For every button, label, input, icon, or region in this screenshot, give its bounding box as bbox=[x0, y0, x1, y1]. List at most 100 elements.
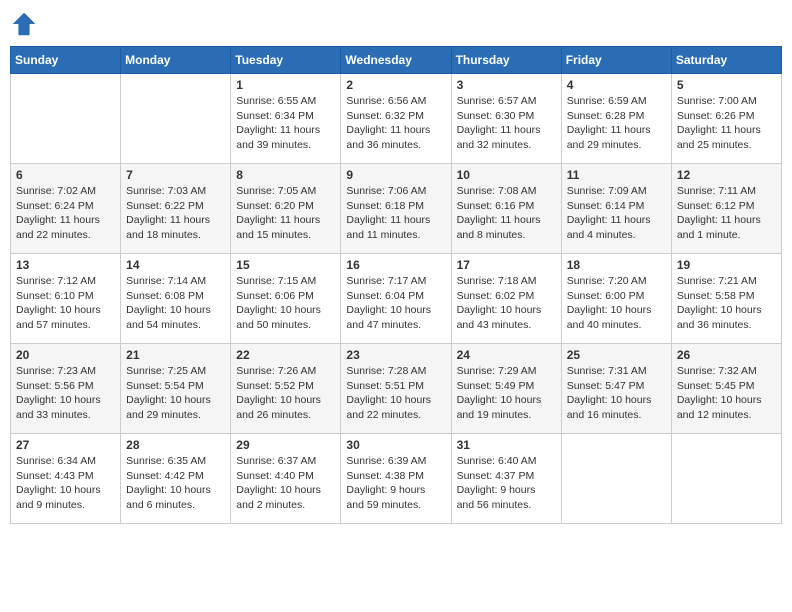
day-info: Sunrise: 7:28 AM Sunset: 5:51 PM Dayligh… bbox=[346, 364, 445, 423]
calendar-cell bbox=[561, 434, 671, 524]
column-header-monday: Monday bbox=[121, 47, 231, 74]
day-info: Sunrise: 7:05 AM Sunset: 6:20 PM Dayligh… bbox=[236, 184, 335, 243]
day-number: 26 bbox=[677, 348, 776, 362]
day-info: Sunrise: 6:57 AM Sunset: 6:30 PM Dayligh… bbox=[457, 94, 556, 153]
day-number: 5 bbox=[677, 78, 776, 92]
calendar-week-row: 6 Sunrise: 7:02 AM Sunset: 6:24 PM Daylig… bbox=[11, 164, 782, 254]
calendar-week-row: 20 Sunrise: 7:23 AM Sunset: 5:56 PM Dayli… bbox=[11, 344, 782, 434]
day-info: Sunrise: 7:20 AM Sunset: 6:00 PM Dayligh… bbox=[567, 274, 666, 333]
day-number: 29 bbox=[236, 438, 335, 452]
calendar-cell: 21 Sunrise: 7:25 AM Sunset: 5:54 PM Dayli… bbox=[121, 344, 231, 434]
day-number: 22 bbox=[236, 348, 335, 362]
day-number: 17 bbox=[457, 258, 556, 272]
day-number: 14 bbox=[126, 258, 225, 272]
day-info: Sunrise: 7:32 AM Sunset: 5:45 PM Dayligh… bbox=[677, 364, 776, 423]
calendar-cell: 18 Sunrise: 7:20 AM Sunset: 6:00 PM Dayli… bbox=[561, 254, 671, 344]
calendar-cell: 8 Sunrise: 7:05 AM Sunset: 6:20 PM Daylig… bbox=[231, 164, 341, 254]
day-number: 7 bbox=[126, 168, 225, 182]
calendar-cell bbox=[11, 74, 121, 164]
day-number: 10 bbox=[457, 168, 556, 182]
day-number: 12 bbox=[677, 168, 776, 182]
calendar-cell: 3 Sunrise: 6:57 AM Sunset: 6:30 PM Daylig… bbox=[451, 74, 561, 164]
calendar-cell: 6 Sunrise: 7:02 AM Sunset: 6:24 PM Daylig… bbox=[11, 164, 121, 254]
day-number: 24 bbox=[457, 348, 556, 362]
day-info: Sunrise: 6:59 AM Sunset: 6:28 PM Dayligh… bbox=[567, 94, 666, 153]
day-number: 1 bbox=[236, 78, 335, 92]
calendar-table: SundayMondayTuesdayWednesdayThursdayFrid… bbox=[10, 46, 782, 524]
day-number: 27 bbox=[16, 438, 115, 452]
day-number: 21 bbox=[126, 348, 225, 362]
day-info: Sunrise: 7:08 AM Sunset: 6:16 PM Dayligh… bbox=[457, 184, 556, 243]
calendar-cell: 23Sunrise: 7:28 AM Sunset: 5:51 PM Dayli… bbox=[341, 344, 451, 434]
calendar-cell: 22 Sunrise: 7:26 AM Sunset: 5:52 PM Dayli… bbox=[231, 344, 341, 434]
calendar-cell: 1 Sunrise: 6:55 AM Sunset: 6:34 PM Daylig… bbox=[231, 74, 341, 164]
column-header-tuesday: Tuesday bbox=[231, 47, 341, 74]
day-info: Sunrise: 7:09 AM Sunset: 6:14 PM Dayligh… bbox=[567, 184, 666, 243]
day-number: 25 bbox=[567, 348, 666, 362]
day-info: Sunrise: 7:14 AM Sunset: 6:08 PM Dayligh… bbox=[126, 274, 225, 333]
calendar-cell: 13Sunrise: 7:12 AM Sunset: 6:10 PM Dayli… bbox=[11, 254, 121, 344]
day-info: Sunrise: 7:15 AM Sunset: 6:06 PM Dayligh… bbox=[236, 274, 335, 333]
calendar-cell: 7 Sunrise: 7:03 AM Sunset: 6:22 PM Daylig… bbox=[121, 164, 231, 254]
calendar-cell: 19Sunrise: 7:21 AM Sunset: 5:58 PM Dayli… bbox=[671, 254, 781, 344]
day-number: 11 bbox=[567, 168, 666, 182]
day-info: Sunrise: 7:26 AM Sunset: 5:52 PM Dayligh… bbox=[236, 364, 335, 423]
day-info: Sunrise: 7:21 AM Sunset: 5:58 PM Dayligh… bbox=[677, 274, 776, 333]
day-number: 18 bbox=[567, 258, 666, 272]
calendar-cell: 29 Sunrise: 6:37 AM Sunset: 4:40 PM Dayli… bbox=[231, 434, 341, 524]
calendar-cell: 24 Sunrise: 7:29 AM Sunset: 5:49 PM Dayli… bbox=[451, 344, 561, 434]
calendar-cell: 28 Sunrise: 6:35 AM Sunset: 4:42 PM Dayli… bbox=[121, 434, 231, 524]
day-info: Sunrise: 7:06 AM Sunset: 6:18 PM Dayligh… bbox=[346, 184, 445, 243]
logo bbox=[10, 10, 40, 38]
day-info: Sunrise: 7:18 AM Sunset: 6:02 PM Dayligh… bbox=[457, 274, 556, 333]
day-info: Sunrise: 6:35 AM Sunset: 4:42 PM Dayligh… bbox=[126, 454, 225, 513]
day-info: Sunrise: 7:31 AM Sunset: 5:47 PM Dayligh… bbox=[567, 364, 666, 423]
day-number: 6 bbox=[16, 168, 115, 182]
column-header-thursday: Thursday bbox=[451, 47, 561, 74]
calendar-cell: 17 Sunrise: 7:18 AM Sunset: 6:02 PM Dayli… bbox=[451, 254, 561, 344]
day-number: 8 bbox=[236, 168, 335, 182]
calendar-cell: 11 Sunrise: 7:09 AM Sunset: 6:14 PM Dayli… bbox=[561, 164, 671, 254]
day-info: Sunrise: 6:55 AM Sunset: 6:34 PM Dayligh… bbox=[236, 94, 335, 153]
day-number: 3 bbox=[457, 78, 556, 92]
day-info: Sunrise: 7:02 AM Sunset: 6:24 PM Dayligh… bbox=[16, 184, 115, 243]
day-info: Sunrise: 7:25 AM Sunset: 5:54 PM Dayligh… bbox=[126, 364, 225, 423]
column-header-wednesday: Wednesday bbox=[341, 47, 451, 74]
day-info: Sunrise: 6:39 AM Sunset: 4:38 PM Dayligh… bbox=[346, 454, 445, 513]
calendar-week-row: 27 Sunrise: 6:34 AM Sunset: 4:43 PM Dayli… bbox=[11, 434, 782, 524]
day-info: Sunrise: 7:23 AM Sunset: 5:56 PM Dayligh… bbox=[16, 364, 115, 423]
day-info: Sunrise: 7:29 AM Sunset: 5:49 PM Dayligh… bbox=[457, 364, 556, 423]
calendar-week-row: 1 Sunrise: 6:55 AM Sunset: 6:34 PM Daylig… bbox=[11, 74, 782, 164]
calendar-cell: 31Sunrise: 6:40 AM Sunset: 4:37 PM Dayli… bbox=[451, 434, 561, 524]
calendar-cell: 2Sunrise: 6:56 AM Sunset: 6:32 PM Daylig… bbox=[341, 74, 451, 164]
day-number: 31 bbox=[457, 438, 556, 452]
column-header-saturday: Saturday bbox=[671, 47, 781, 74]
day-number: 20 bbox=[16, 348, 115, 362]
calendar-cell: 14 Sunrise: 7:14 AM Sunset: 6:08 PM Dayli… bbox=[121, 254, 231, 344]
calendar-week-row: 13Sunrise: 7:12 AM Sunset: 6:10 PM Dayli… bbox=[11, 254, 782, 344]
calendar-cell: 5 Sunrise: 7:00 AM Sunset: 6:26 PM Daylig… bbox=[671, 74, 781, 164]
calendar-cell: 16 Sunrise: 7:17 AM Sunset: 6:04 PM Dayli… bbox=[341, 254, 451, 344]
day-number: 2 bbox=[346, 78, 445, 92]
day-number: 13 bbox=[16, 258, 115, 272]
calendar-cell: 20 Sunrise: 7:23 AM Sunset: 5:56 PM Dayli… bbox=[11, 344, 121, 434]
calendar-cell bbox=[671, 434, 781, 524]
day-info: Sunrise: 7:03 AM Sunset: 6:22 PM Dayligh… bbox=[126, 184, 225, 243]
logo-icon bbox=[10, 10, 38, 38]
column-header-sunday: Sunday bbox=[11, 47, 121, 74]
calendar-cell: 9Sunrise: 7:06 AM Sunset: 6:18 PM Daylig… bbox=[341, 164, 451, 254]
day-number: 28 bbox=[126, 438, 225, 452]
page-header bbox=[10, 10, 782, 38]
calendar-cell: 27 Sunrise: 6:34 AM Sunset: 4:43 PM Dayli… bbox=[11, 434, 121, 524]
calendar-cell: 30Sunrise: 6:39 AM Sunset: 4:38 PM Dayli… bbox=[341, 434, 451, 524]
day-number: 16 bbox=[346, 258, 445, 272]
calendar-header-row: SundayMondayTuesdayWednesdayThursdayFrid… bbox=[11, 47, 782, 74]
calendar-cell: 12Sunrise: 7:11 AM Sunset: 6:12 PM Dayli… bbox=[671, 164, 781, 254]
day-info: Sunrise: 7:00 AM Sunset: 6:26 PM Dayligh… bbox=[677, 94, 776, 153]
day-number: 4 bbox=[567, 78, 666, 92]
day-info: Sunrise: 7:17 AM Sunset: 6:04 PM Dayligh… bbox=[346, 274, 445, 333]
day-info: Sunrise: 6:34 AM Sunset: 4:43 PM Dayligh… bbox=[16, 454, 115, 513]
day-number: 15 bbox=[236, 258, 335, 272]
column-header-friday: Friday bbox=[561, 47, 671, 74]
day-info: Sunrise: 6:37 AM Sunset: 4:40 PM Dayligh… bbox=[236, 454, 335, 513]
